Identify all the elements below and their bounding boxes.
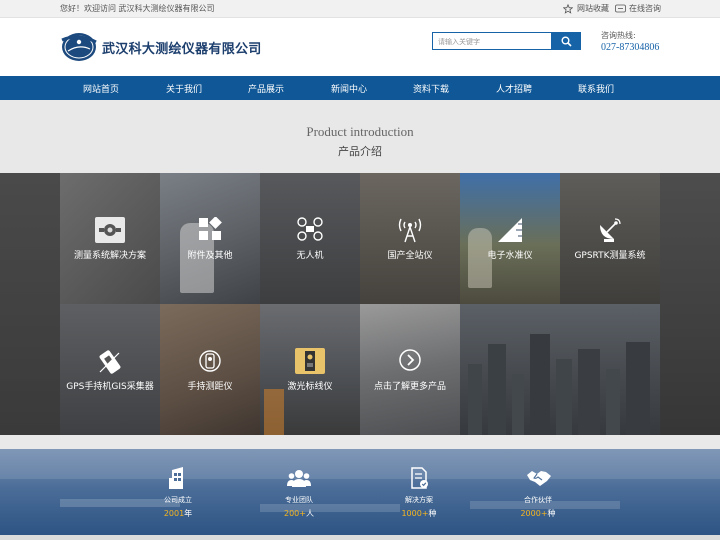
city-skyline-photo: [460, 304, 660, 435]
product-label: GPS手持机GIS采集器: [66, 382, 154, 392]
nav-careers[interactable]: 人才招聘: [496, 82, 532, 95]
search-icon: [561, 32, 572, 51]
section-title-cn: 产品介绍: [338, 145, 382, 158]
nav-downloads[interactable]: 资料下载: [413, 82, 449, 95]
main-nav: 网站首页 关于我们 产品展示 新闻中心 资料下载 人才招聘 联系我们: [0, 76, 720, 100]
bookmark-label: 网站收藏: [577, 4, 609, 13]
nav-home[interactable]: 网站首页: [83, 82, 119, 95]
product-label: 附件及其他: [187, 251, 233, 261]
document-check-icon: [407, 466, 431, 490]
hotline-label: 咨询热线:: [601, 31, 636, 40]
stat-value-line: 200+人: [259, 508, 339, 519]
stat-unit: 种: [547, 509, 556, 518]
nav-contact[interactable]: 联系我们: [578, 82, 614, 95]
company-name: 武汉科大测绘仪器有限公司: [102, 42, 262, 57]
handshake-icon: [526, 466, 551, 490]
grid-side-right: [660, 173, 720, 435]
grid-blocks-icon: [198, 216, 222, 241]
stat-value-line: 1000+种: [379, 508, 459, 519]
triangle-ruler-icon: [497, 217, 523, 243]
office-background: [0, 449, 720, 512]
chat-icon: [615, 4, 626, 14]
product-section-header: Product introduction 产品介绍: [0, 100, 720, 173]
stat-unit: 种: [428, 509, 437, 518]
product-label: 激光标线仪: [287, 382, 333, 392]
nav-about[interactable]: 关于我们: [166, 82, 202, 95]
nav-products[interactable]: 产品展示: [248, 82, 284, 95]
product-grid: 测量系统解决方案 附件及其他 无人机 国产全站仪 电子水准仪 GPSRTK测量系…: [0, 173, 720, 435]
stat-title: 解决方案: [405, 496, 433, 504]
stat-number: 2001: [163, 509, 185, 518]
product-card-gps-handheld[interactable]: GPS手持机GIS采集器: [60, 304, 160, 435]
product-card-survey-system[interactable]: 测量系统解决方案: [60, 173, 160, 304]
product-label: GPSRTK测量系统: [574, 251, 646, 261]
stat-value-line: 2001年: [138, 508, 218, 519]
consult-label: 在线咨询: [629, 4, 661, 13]
welcome-text: 您好！欢迎访问 武汉科大测绘仪器有限公司: [60, 4, 215, 13]
company-logo[interactable]: [60, 30, 98, 63]
grid-side-left: [0, 173, 60, 435]
bookmark-link[interactable]: 网站收藏: [562, 3, 609, 14]
satellite-dish-icon: [597, 217, 623, 243]
consult-link[interactable]: 在线咨询: [615, 3, 661, 14]
page-bottom-strip: [0, 535, 720, 540]
stat-number: 2000+: [520, 509, 548, 518]
stat-title: 合作伙伴: [524, 496, 552, 504]
section-title-en: Product introduction: [306, 124, 414, 139]
product-label: 无人机: [296, 251, 324, 261]
product-card-laser-level[interactable]: 激光标线仪: [260, 304, 360, 435]
stat-title: 专业团队: [285, 496, 313, 504]
product-label: 电子水准仪: [487, 251, 533, 261]
product-label: 国产全站仪: [387, 251, 433, 261]
product-card-accessories[interactable]: 附件及其他: [160, 173, 260, 304]
company-stats: 公司成立 2001年 专业团队 200+人 解决方案 1000+种 合作伙伴 2…: [0, 449, 720, 535]
stat-unit: 年: [184, 509, 193, 518]
product-card-rangefinder[interactable]: 手持测距仪: [160, 304, 260, 435]
antenna-tower-icon: [397, 215, 423, 243]
surveying-system-icon: [95, 217, 125, 243]
drone-icon: [297, 217, 323, 241]
handheld-gps-icon: [97, 348, 123, 376]
rangefinder-icon: [198, 348, 222, 374]
search-input[interactable]: 请输入关键字: [432, 32, 552, 50]
worker-vest-photo: [264, 389, 284, 435]
hotline-number: 027-87304806: [601, 42, 660, 53]
product-card-drone[interactable]: 无人机: [260, 173, 360, 304]
product-card-gps-rtk[interactable]: GPSRTK测量系统: [560, 173, 660, 304]
star-icon: [562, 3, 574, 14]
search-button[interactable]: [551, 32, 581, 50]
stat-unit: 人: [305, 509, 314, 518]
laser-level-icon: [295, 348, 325, 374]
nav-news[interactable]: 新闻中心: [331, 82, 367, 95]
stat-number: 1000+: [401, 509, 429, 518]
site-header: 武汉科大测绘仪器有限公司 请输入关键字 咨询热线: 027-87304806: [0, 18, 720, 76]
product-card-digital-level[interactable]: 电子水准仪: [460, 173, 560, 304]
product-label: 测量系统解决方案: [73, 251, 146, 261]
product-label: 手持测距仪: [187, 382, 233, 392]
stat-title: 公司成立: [164, 496, 192, 504]
team-icon: [287, 466, 311, 490]
top-bar: 您好！欢迎访问 武汉科大测绘仪器有限公司 网站收藏 在线咨询: [0, 0, 720, 18]
product-label: 点击了解更多产品: [373, 382, 446, 392]
stat-number: 200+: [284, 509, 306, 518]
stat-value-line: 2000+种: [498, 508, 578, 519]
product-card-total-station[interactable]: 国产全站仪: [360, 173, 460, 304]
building-icon: [166, 466, 190, 490]
product-card-more[interactable]: 点击了解更多产品: [360, 304, 460, 435]
arrow-circle-icon: [398, 348, 422, 372]
